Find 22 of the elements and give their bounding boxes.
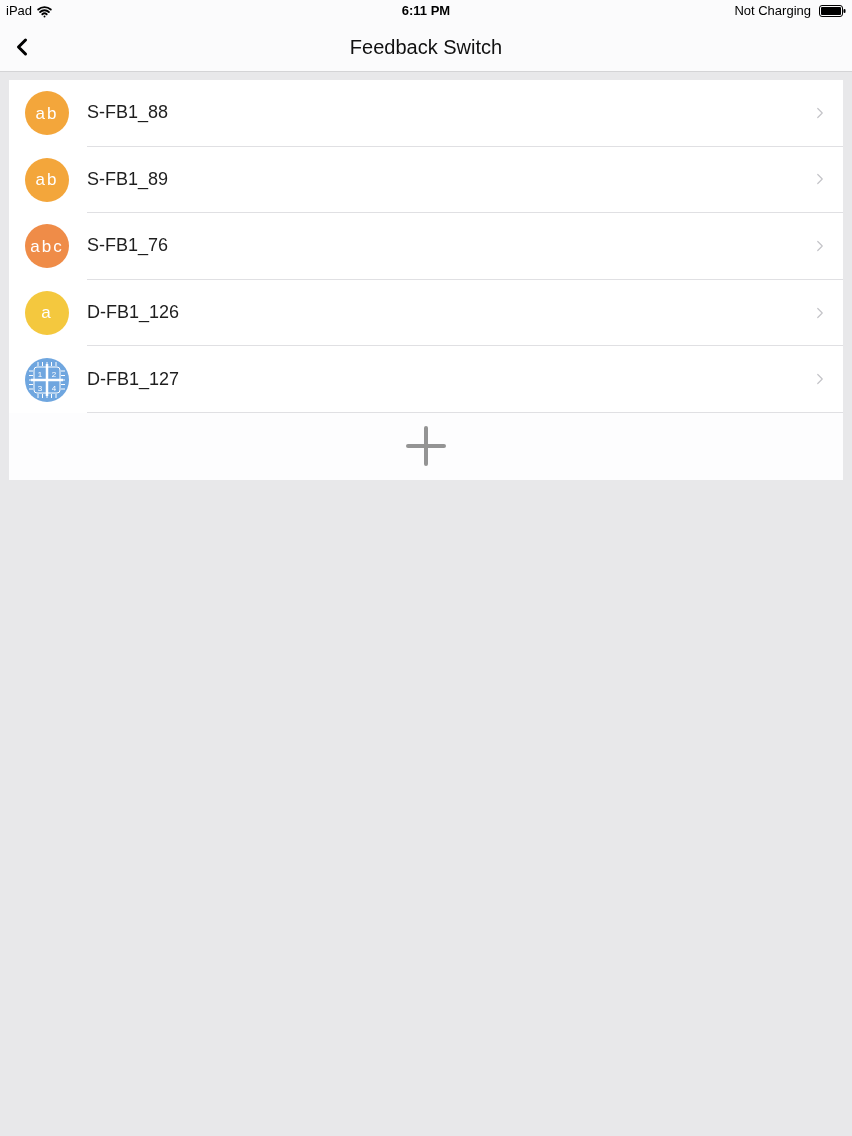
switch-list-item[interactable]: abc S-FB1_76 <box>9 213 843 280</box>
letter-avatar: ab <box>25 91 69 136</box>
letter-avatar: ab <box>25 157 69 202</box>
grid-icon: 1 2 3 4 <box>25 357 69 402</box>
item-name: S-FB1_89 <box>87 167 170 192</box>
switch-list-item[interactable]: ab S-FB1_89 <box>9 146 843 214</box>
switch-list-item[interactable]: 1 2 3 4 D-FB1_127 <box>9 346 843 413</box>
plus-icon <box>406 426 446 467</box>
item-name: S-FB1_76 <box>87 234 170 258</box>
switch-list-item[interactable]: ab S-FB1_88 <box>9 80 843 147</box>
battery-icon <box>819 5 846 17</box>
battery-status: Not Charging <box>734 2 811 21</box>
wifi-icon <box>37 3 53 19</box>
letter-avatar: a <box>25 291 69 336</box>
item-name: D-FB1_127 <box>87 367 181 392</box>
status-time: 6:11 PM <box>401 2 451 21</box>
item-name: S-FB1_88 <box>87 101 170 125</box>
letter-avatar: abc <box>25 224 69 269</box>
page-title: Feedback Switch <box>349 34 503 60</box>
device-name: iPad <box>6 2 33 21</box>
switch-list-item[interactable]: a D-FB1_126 <box>9 279 843 347</box>
item-name: D-FB1_126 <box>87 301 181 325</box>
